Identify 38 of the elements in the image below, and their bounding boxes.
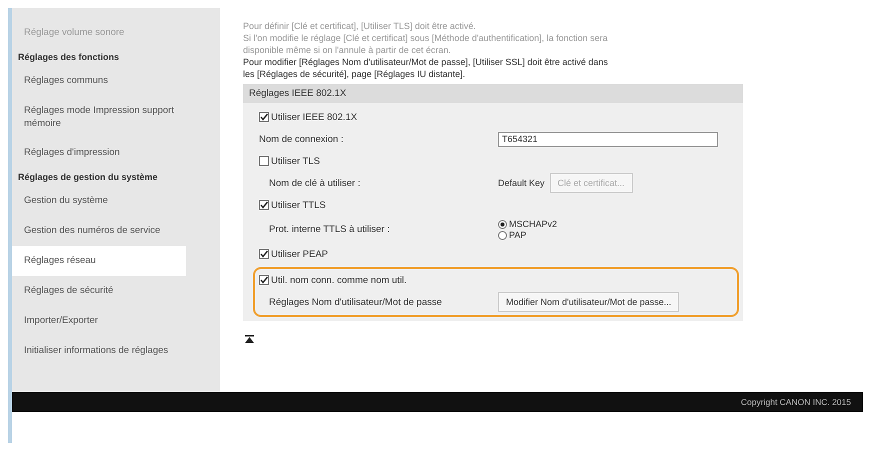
note-text: Si l'on modifie le réglage [Clé et certificat] sous [Méthode d'authentification], la fonction sera disponible même si on l'annule à partir de cet écran. — [243, 32, 609, 56]
radio-button[interactable] — [498, 220, 507, 228]
sidebar-item[interactable]: Initialiser informations de réglages — [12, 336, 186, 366]
radio-label: PAP — [509, 230, 526, 240]
checkbox-label: Utiliser PEAP — [271, 248, 328, 260]
sidebar-item[interactable]: Réglages réseau — [12, 246, 186, 276]
radio-button[interactable] — [498, 230, 507, 240]
sidebar-item[interactable]: Gestion des numéros de service — [12, 216, 186, 246]
checkbox[interactable] — [259, 200, 269, 210]
checkbox[interactable] — [259, 249, 269, 259]
note-text: Pour modifier [Réglages Nom d'utilisateur/Mot de passe], [Utiliser SSL] doit être activé dans les [Réglages de sécurité], page [Réglages IU distante]. — [243, 56, 609, 80]
sidebar-item[interactable]: Réglages mode Impression support mémoire — [12, 96, 186, 138]
checkbox-label: Util. nom conn. comme nom util. — [271, 274, 407, 286]
input-field[interactable]: T654321 — [498, 132, 718, 146]
section-heading: Réglages IEEE 802.1X — [243, 84, 743, 103]
sidebar-heading: Réglages de gestion du système — [17, 171, 159, 184]
sidebar-item[interactable]: Importer/Exporter — [12, 306, 186, 336]
setting-label: Nom de clé à utiliser : — [268, 178, 362, 188]
checkbox-label: Utiliser IEEE 802.1X — [271, 112, 358, 122]
setting-label: Prot. interne TTLS à utiliser : — [268, 224, 391, 235]
sidebar-item[interactable]: Réglages de sécurité — [12, 276, 186, 306]
sidebar-item[interactable]: Réglages communs — [12, 66, 186, 96]
checkbox-label: Utiliser TLS — [271, 156, 320, 166]
sidebar-heading: Réglages des fonctions — [17, 51, 120, 64]
sidebar-item[interactable]: Gestion du système — [12, 186, 186, 216]
settings-button[interactable]: Modifier Nom d'utilisateur/Mot de passe... — [498, 292, 680, 312]
checkbox[interactable] — [259, 275, 269, 285]
sidebar-item[interactable]: Réglages d'impression — [12, 138, 186, 168]
checkbox[interactable] — [259, 112, 269, 122]
key-name: Default Key — [498, 178, 545, 188]
setting-label: Réglages Nom d'utilisateur/Mot de passe — [268, 296, 443, 308]
field-label: Nom de connexion : — [259, 134, 344, 144]
checkbox-label: Utiliser TTLS — [271, 200, 326, 210]
radio-label: MSCHAPv2 — [509, 219, 558, 229]
checkbox[interactable] — [259, 156, 269, 166]
copyright-text: Copyright CANON INC. 2015 — [740, 397, 851, 407]
back-to-top-icon[interactable] — [245, 335, 254, 343]
note-text: Pour définir [Clé et certificat], [Utiliser TLS] doit être activé. — [243, 20, 477, 32]
